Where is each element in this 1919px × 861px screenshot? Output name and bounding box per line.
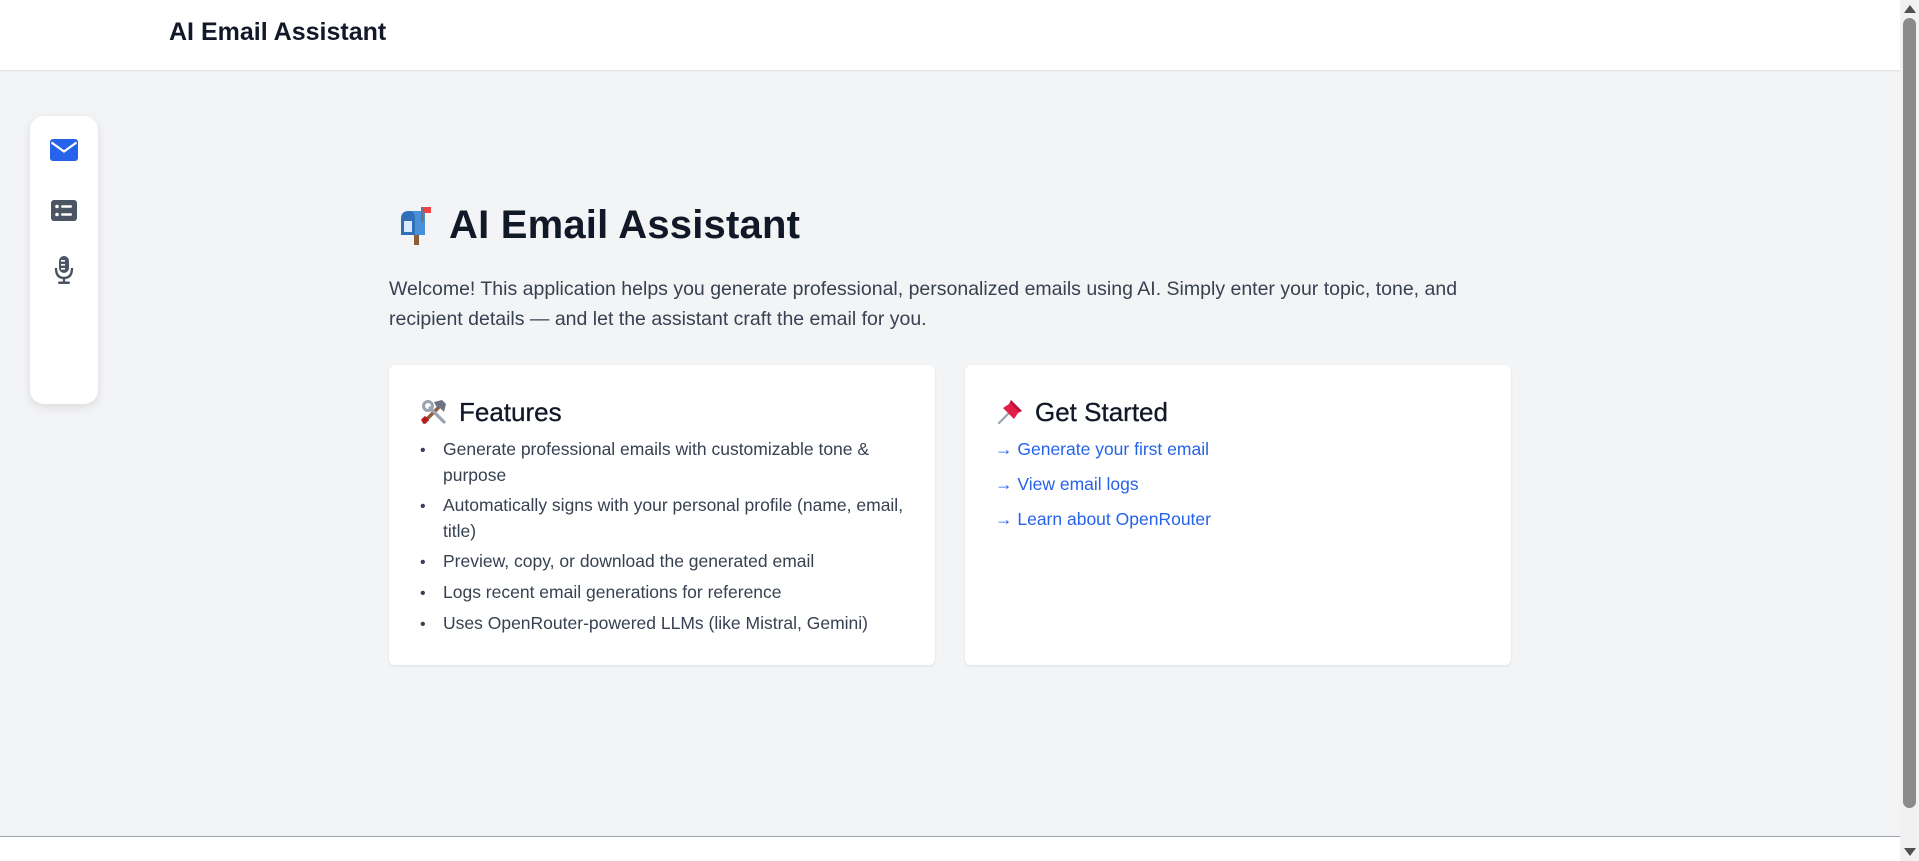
- list-item: • Automatically signs with your personal …: [420, 495, 904, 541]
- mailbox-emoji-icon: [401, 207, 431, 245]
- microphone-icon: [54, 256, 74, 284]
- features-title: Features: [459, 396, 562, 427]
- pushpin-emoji-icon: [997, 400, 1022, 425]
- list-item: • Generate professional emails with custo…: [420, 439, 870, 485]
- footer: [0, 837, 1900, 861]
- welcome-text: Welcome! This application helps you gene…: [389, 278, 1458, 330]
- scrollbar-thumb[interactable]: [1903, 18, 1916, 808]
- hero-title-row: AI Email Assistant: [389, 190, 1511, 260]
- page: AI Email Assistant AI Email Assistant We…: [0, 0, 1919, 861]
- main-content: AI Email Assistant Welcome! This applica…: [389, 190, 1511, 665]
- envelope-icon: [50, 139, 78, 161]
- get-started-card: Get Started → Generate your first email …: [965, 365, 1511, 665]
- get-started-card-header: Get Started: [995, 396, 1481, 427]
- features-list: • Generate professional emails with custo…: [419, 437, 905, 637]
- sidebar-item-logs[interactable]: [48, 194, 80, 226]
- sidebar: [30, 116, 98, 404]
- sidebar-item-voice[interactable]: [48, 254, 80, 286]
- get-started-title: Get Started: [1035, 396, 1168, 427]
- generate-first-email-link[interactable]: → Generate your first email: [995, 437, 1481, 462]
- vertical-scrollbar[interactable]: [1900, 0, 1919, 861]
- list-item: • Uses OpenRouter-powered LLMs (like Mist…: [420, 613, 868, 633]
- list-item: • Preview, copy, or download the generate…: [420, 551, 815, 571]
- scroll-up-arrow-icon[interactable]: [1904, 5, 1916, 13]
- app-brand[interactable]: AI Email Assistant: [169, 18, 386, 47]
- learn-openrouter-link[interactable]: → Learn about OpenRouter: [995, 507, 1481, 532]
- list-card-icon: [51, 199, 77, 221]
- top-navbar: AI Email Assistant: [0, 0, 1900, 71]
- scroll-down-arrow-icon[interactable]: [1904, 848, 1916, 856]
- features-card: Features • Generate professional emails w…: [389, 365, 935, 665]
- sidebar-item-compose[interactable]: [48, 134, 80, 166]
- features-card-header: Features: [419, 396, 905, 427]
- view-email-logs-link[interactable]: → View email logs: [995, 472, 1481, 497]
- hammer-wrench-emoji-icon: [421, 400, 446, 424]
- list-item: • Logs recent email generations for refer…: [420, 582, 782, 602]
- page-title: AI Email Assistant: [449, 202, 801, 247]
- get-started-links: → Generate your first email → View email…: [995, 437, 1481, 532]
- cards-row: Features • Generate professional emails w…: [389, 365, 1511, 665]
